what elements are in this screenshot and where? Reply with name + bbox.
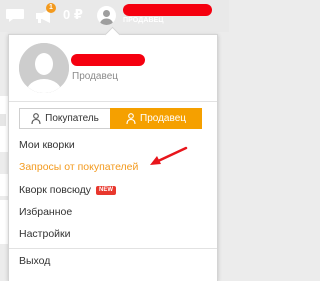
page-fragment	[0, 174, 8, 196]
seller-role-button[interactable]: Продавец	[110, 108, 202, 129]
new-badge: NEW	[96, 186, 116, 195]
avatar[interactable]	[97, 6, 116, 25]
username-redaction	[123, 4, 212, 16]
role-switch: Покупатель Продавец	[19, 108, 202, 129]
current-role-label: ПРОДАВЕЦ	[123, 17, 164, 24]
profile-avatar[interactable]	[19, 43, 69, 93]
user-icon	[126, 113, 136, 124]
notification-badge: 1	[46, 3, 56, 13]
top-bar: 1 0 ₽ ПРОДАВЕЦ	[0, 0, 229, 32]
user-silhouette-icon	[19, 43, 69, 93]
menu-item-favorites[interactable]: Избранное	[19, 206, 72, 218]
profile-role: Продавец	[72, 71, 118, 82]
username-redaction	[71, 54, 145, 66]
user-silhouette-icon	[100, 10, 113, 25]
annotation-arrow-icon	[150, 146, 188, 165]
balance[interactable]: 0 ₽	[63, 7, 83, 23]
seller-role-label: Продавец	[140, 113, 186, 124]
divider	[9, 101, 217, 102]
divider	[9, 248, 217, 249]
page-fragment	[0, 114, 6, 126]
buyer-role-label: Покупатель	[45, 113, 99, 124]
menu-item-my-kworks[interactable]: Мои кворки	[19, 139, 75, 151]
menu-item-buyer-requests[interactable]: Запросы от покупателей	[19, 161, 138, 173]
chat-icon[interactable]	[6, 9, 24, 22]
page-fragment	[0, 200, 8, 244]
menu-item-logout[interactable]: Выход	[19, 255, 50, 267]
buyer-role-button[interactable]: Покупатель	[19, 108, 110, 129]
menu-item-settings[interactable]: Настройки	[19, 228, 71, 240]
user-icon	[31, 113, 41, 124]
menu-item-kwork-everywhere[interactable]: Кворк повсюду	[19, 184, 91, 196]
